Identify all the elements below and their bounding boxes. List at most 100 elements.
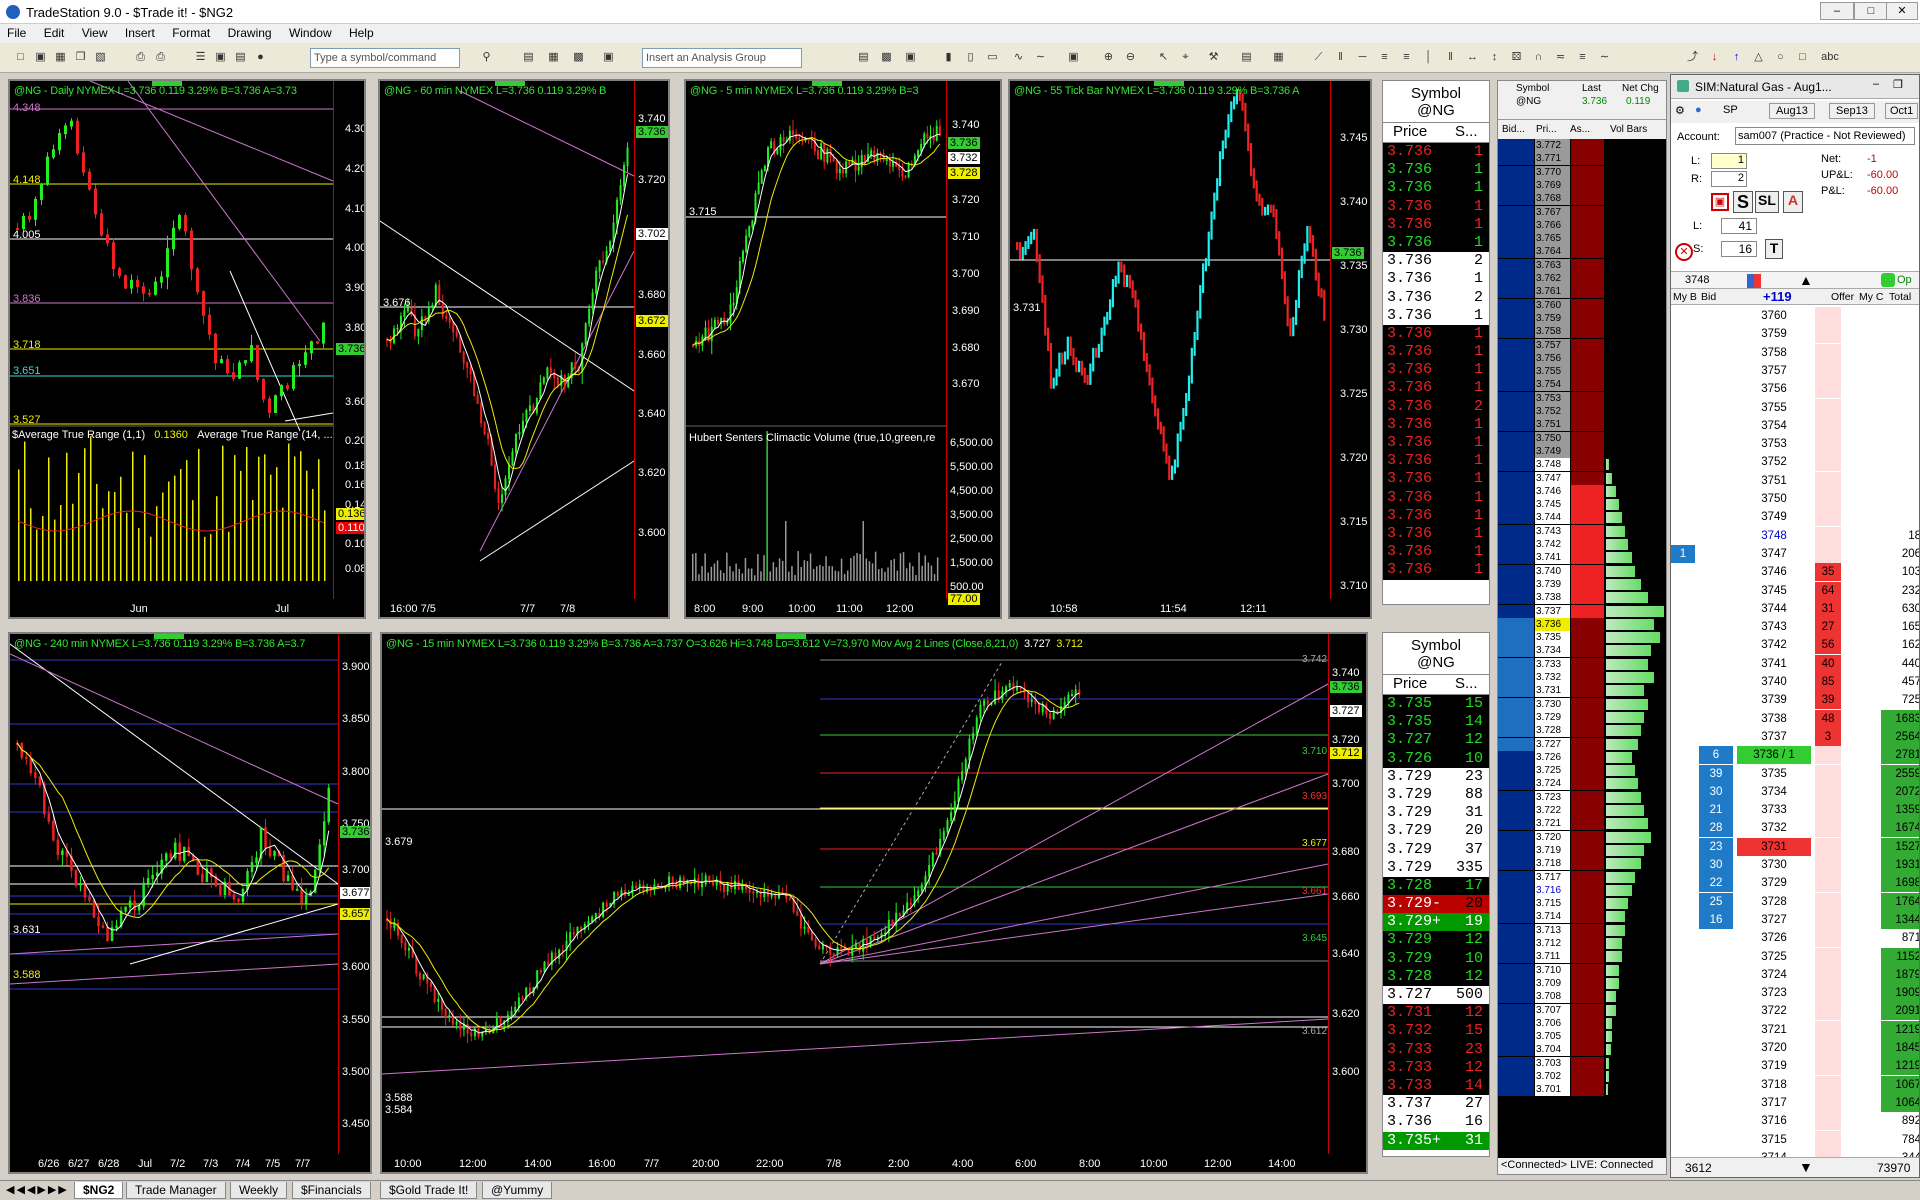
vertical-line-icon[interactable]: │ [1420,49,1437,66]
ladder-row[interactable]: 3.711 [1498,950,1666,964]
bar-chart-icon[interactable]: ▮ [940,49,957,66]
dom-row[interactable]: 3737 3 2564 [1671,727,1919,746]
ladder-row[interactable]: 3.714 [1498,910,1666,924]
andrews-pitchfork-icon[interactable]: ‖ [1332,49,1349,66]
dom-restore-icon[interactable]: ❐ [1893,78,1903,91]
dom-row[interactable]: 3751 [1671,471,1919,490]
dom-contract-sep[interactable]: Sep13 [1829,103,1875,119]
ladder-row[interactable]: 3.744 [1498,511,1666,525]
menu-window[interactable]: Window [282,24,339,42]
bid-cell[interactable]: 39 [1699,764,1733,783]
folder-icon[interactable]: ▧ [92,49,109,66]
dom-row[interactable]: 3742 56 162 [1671,636,1919,655]
dom-row[interactable]: 3719 1219 [1671,1057,1919,1076]
speed-lines-icon[interactable]: ≂ [1552,49,1569,66]
new-icon[interactable]: □ [12,49,29,66]
rectangle-icon[interactable]: ≡ [1574,49,1591,66]
dom-price[interactable]: 3749 [1737,508,1811,526]
dom-price[interactable]: 3727 [1737,911,1811,929]
bid-cell[interactable]: 30 [1699,782,1733,801]
ladder-row[interactable]: 3.741 [1498,551,1666,565]
ladder-row[interactable]: 3.705 [1498,1030,1666,1044]
dom-row[interactable]: 30 3730 1931 [1671,856,1919,874]
globe-icon[interactable]: ● [252,49,269,66]
triangle-icon[interactable]: △ [1750,49,1767,66]
my-bid-cell[interactable]: 1 [1671,544,1695,563]
dom-row[interactable]: 3715 784 [1671,1130,1919,1149]
save-icon[interactable]: ▦ [52,49,69,66]
arrow-down-icon[interactable]: ↓ [1706,49,1723,66]
ladder-row[interactable]: 3.735 [1498,631,1666,645]
ladder-row[interactable]: 3.709 [1498,976,1666,990]
ladder-row[interactable]: 3.760 [1498,298,1666,312]
link-icon[interactable]: ☰ [192,49,209,66]
ladder-row[interactable]: 3.701 [1498,1083,1666,1097]
dom-price[interactable]: 3718 [1737,1076,1811,1094]
pointer-icon[interactable]: ↖ [1155,49,1172,66]
dom-price[interactable]: 3756 [1737,380,1811,398]
crosshair-icon[interactable]: ⌖ [1177,49,1194,66]
trail-button[interactable]: T [1765,239,1783,259]
dom-price[interactable]: 3750 [1737,490,1811,508]
ladder-row[interactable]: 3.716 [1498,883,1666,897]
dom-price[interactable]: 3735 [1737,765,1811,783]
matrix-icon[interactable]: ▩ [570,49,587,66]
strategy-icon[interactable]: ▩ [878,49,895,66]
ladder-row[interactable]: 3.749 [1498,444,1666,458]
ladder-row[interactable]: 3.728 [1498,724,1666,738]
ladder-row[interactable]: 3.769 [1498,178,1666,192]
indicator-icon[interactable]: ▤ [855,49,872,66]
ladder-row[interactable]: 3.729 [1498,710,1666,724]
price-ladder[interactable]: Symbol Last Net Chg @NG 3.736 0.119 Bid.… [1497,80,1667,1175]
horizontal-line-icon[interactable]: ─ [1354,49,1371,66]
tab-financials[interactable]: $Financials [292,1182,371,1199]
ladder-row[interactable]: 3.746 [1498,484,1666,498]
dom-row[interactable]: 3754 [1671,416,1919,435]
dom-row[interactable]: 6 3736 / 1 2781 [1671,746,1919,765]
horizontal-arrow-icon[interactable]: ↔ [1464,49,1481,66]
offer-cell[interactable]: 35 [1815,563,1841,582]
ladder-row[interactable]: 3.748 [1498,458,1666,472]
dom-price[interactable]: 3736 / 1 [1737,746,1811,765]
ladder-row[interactable]: 3.762 [1498,272,1666,285]
ladder-row[interactable]: 3.732 [1498,671,1666,684]
bid-cell[interactable]: 16 [1699,910,1733,929]
dom-price[interactable]: 3760 [1737,307,1811,325]
copy-icon[interactable]: ❐ [72,49,89,66]
menu-file[interactable]: File [0,24,33,42]
chart-window-15min[interactable]: @NG - 15 min NYMEX L=3.736 0.119 3.29% B… [380,632,1368,1174]
ladder-row[interactable]: 3.725 [1498,764,1666,778]
zoom-out-icon[interactable]: ⊖ [1122,49,1139,66]
tab-weekly[interactable]: Weekly [230,1182,288,1199]
dom-price[interactable]: 3716 [1737,1112,1811,1130]
ladder-row[interactable]: 3.740 [1498,564,1666,578]
ladder-row[interactable]: 3.759 [1498,311,1666,325]
dom-row[interactable]: 3721 1219 [1671,1020,1919,1039]
dom-price[interactable]: 3754 [1737,417,1811,435]
zoom-in-icon[interactable]: ⊕ [1100,49,1117,66]
chart-analysis-icon[interactable]: ▤ [520,49,537,66]
dom-price[interactable]: 3748 [1737,526,1811,545]
flatten-button[interactable]: ▣ [1711,193,1729,211]
ladder-row[interactable]: 3.736 [1498,617,1666,631]
dom-row[interactable]: 3749 [1671,508,1919,527]
dom-price[interactable]: 3745 [1737,582,1811,600]
ladder-row[interactable]: 3.708 [1498,990,1666,1004]
dom-row[interactable]: 23 3731 1527 [1671,837,1919,856]
dom-price[interactable]: 3726 [1737,929,1811,947]
line-chart-icon[interactable]: ∿ [1010,49,1027,66]
dom-price[interactable]: 3737 [1737,728,1811,746]
tab-ng2[interactable]: $NG2 [74,1182,124,1199]
channel-icon[interactable]: ≡ [1398,49,1415,66]
dom-row[interactable]: 3722 2091 [1671,1002,1919,1021]
ladder-row[interactable]: 3.770 [1498,165,1666,179]
ladder-row[interactable]: 3.751 [1498,418,1666,432]
dom-row[interactable]: 28 3732 1674 [1671,819,1919,838]
dom-row[interactable]: 3756 [1671,380,1919,399]
dom-minimize-icon[interactable]: – [1873,78,1879,90]
bid-cell[interactable]: 6 [1699,746,1733,765]
trendline-icon[interactable]: ⟋ [1310,49,1327,66]
offer-cell[interactable]: 40 [1815,654,1841,673]
dom-row[interactable]: 3746 35 103 [1671,563,1919,582]
ladder-row[interactable]: 3.772 [1498,139,1666,152]
